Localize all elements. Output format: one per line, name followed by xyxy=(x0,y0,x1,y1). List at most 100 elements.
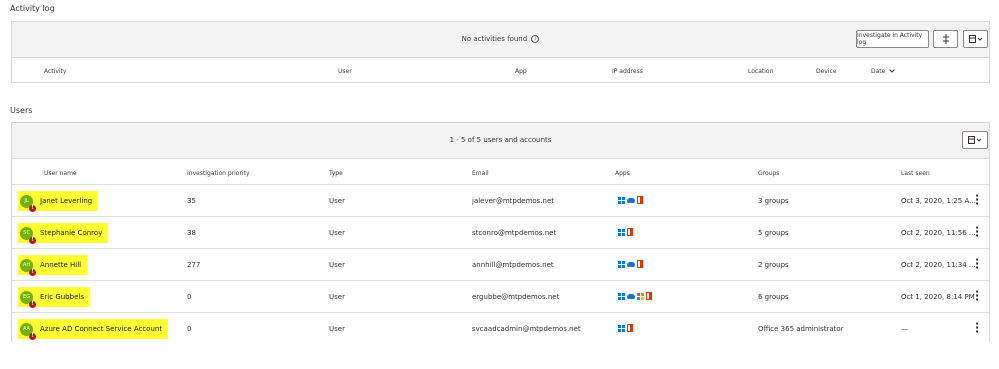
apps-cell xyxy=(618,260,643,268)
user-name-cell[interactable]: JL! Janet Leverling xyxy=(18,191,99,212)
last-seen: Oct 1, 2020, 8:14 PM xyxy=(901,293,975,301)
user-groups[interactable]: 5 groups xyxy=(758,229,789,237)
store-icon xyxy=(637,292,644,300)
user-name[interactable]: Eric Gubbels xyxy=(40,293,84,301)
more-actions-icon[interactable]: · · · xyxy=(975,318,979,337)
alert-icon: ! xyxy=(29,236,36,244)
user-name[interactable]: Azure AD Connect Service Account xyxy=(40,325,162,333)
apps-cell xyxy=(618,196,643,204)
user-type: User xyxy=(329,229,345,237)
more-actions-icon[interactable]: · · · xyxy=(975,190,979,209)
last-seen: Oct 2, 2020, 11:56 ... xyxy=(901,229,976,237)
activity-log-empty-message: No activities found i xyxy=(12,35,989,43)
table-row[interactable]: AH! Annette Hill 277 User annhill@mtpdem… xyxy=(12,249,989,281)
office-icon xyxy=(637,196,643,204)
col-header-email[interactable]: Email xyxy=(472,170,489,177)
col-header-type[interactable]: Type xyxy=(329,170,343,177)
column-settings-button[interactable] xyxy=(963,30,988,48)
investigation-priority: 38 xyxy=(187,229,196,237)
user-email: stconro@mtpdemos.net xyxy=(472,229,557,237)
table-row[interactable]: AA! Azure AD Connect Service Account 0 U… xyxy=(12,313,989,345)
user-groups[interactable]: 6 groups xyxy=(758,293,789,301)
more-actions-icon[interactable]: · · · xyxy=(975,286,979,305)
user-name-cell[interactable]: AA! Azure AD Connect Service Account xyxy=(18,319,169,340)
apps-cell xyxy=(618,292,652,300)
col-header-activity[interactable]: Activity xyxy=(44,68,66,75)
user-email: annhill@mtpdemos.net xyxy=(472,261,554,269)
windows-icon xyxy=(618,324,625,332)
alert-icon: ! xyxy=(29,268,36,276)
column-settings-icon xyxy=(968,136,982,144)
table-row[interactable]: EG! Eric Gubbels 0 User ergubbe@mtpdemos… xyxy=(12,281,989,313)
chevron-down-icon xyxy=(889,69,896,73)
user-groups[interactable]: 3 groups xyxy=(758,197,789,205)
info-icon[interactable]: i xyxy=(531,35,540,43)
col-header-groups[interactable]: Groups xyxy=(758,170,779,177)
alert-icon: ! xyxy=(29,300,36,308)
user-name[interactable]: Annette Hill xyxy=(40,261,81,269)
user-name-cell[interactable]: EG! Eric Gubbels xyxy=(18,287,90,308)
empty-message-text: No activities found xyxy=(461,35,528,43)
user-name-cell[interactable]: AH! Annette Hill xyxy=(18,255,88,276)
avatar: JL! xyxy=(20,194,36,212)
office-icon xyxy=(627,228,633,236)
avatar: EG! xyxy=(20,290,36,308)
windows-icon xyxy=(618,292,625,300)
apps-cell xyxy=(618,228,633,236)
office-icon xyxy=(646,292,652,300)
table-row[interactable]: SC! Stephanie Conroy 38 User stconro@mtp… xyxy=(12,217,989,249)
col-header-location[interactable]: Location xyxy=(748,68,773,75)
col-header-app[interactable]: App xyxy=(515,68,527,75)
user-name-cell[interactable]: SC! Stephanie Conroy xyxy=(18,223,109,244)
page-root: Activity log No activities found i Inves… xyxy=(0,0,999,369)
users-header-row: User name Investigation priority Type Em… xyxy=(12,158,989,185)
user-email: jalever@mtpdemos.net xyxy=(472,197,555,205)
col-header-device[interactable]: Device xyxy=(816,68,837,75)
users-count: 1 - 5 of 5 users and accounts xyxy=(449,136,552,144)
user-groups[interactable]: 2 groups xyxy=(758,261,789,269)
user-type: User xyxy=(329,261,345,269)
user-type: User xyxy=(329,293,345,301)
col-header-user[interactable]: User xyxy=(338,68,352,75)
activity-log-toolbar: No activities found i Investigate in Act… xyxy=(12,22,989,58)
user-groups[interactable]: Office 365 administrator xyxy=(758,325,844,333)
users-panel: 1 - 5 of 5 users and accounts User name … xyxy=(11,122,990,342)
column-adjust-icon xyxy=(942,34,949,44)
column-adjust-button[interactable] xyxy=(933,30,958,48)
avatar: AH! xyxy=(20,258,36,276)
windows-icon xyxy=(618,228,625,236)
col-header-ip-address[interactable]: IP address xyxy=(612,68,643,75)
investigation-priority: 0 xyxy=(187,293,192,301)
table-row[interactable]: JL! Janet Leverling 35 User jalever@mtpd… xyxy=(12,185,989,217)
activity-log-title: Activity log xyxy=(10,4,55,13)
office-icon xyxy=(627,324,633,332)
col-header-last-seen[interactable]: Last seen xyxy=(901,170,930,177)
user-name[interactable]: Stephanie Conroy xyxy=(40,229,102,237)
office-icon xyxy=(637,260,643,268)
user-type: User xyxy=(329,325,345,333)
last-seen: Oct 3, 2020, 1:25 A... xyxy=(901,197,976,205)
col-header-date-label: Date xyxy=(871,68,886,75)
col-header-investigation-priority[interactable]: Investigation priority xyxy=(187,170,250,177)
users-toolbar: 1 - 5 of 5 users and accounts xyxy=(12,123,989,159)
col-header-apps[interactable]: Apps xyxy=(615,170,630,177)
col-header-user-name[interactable]: User name xyxy=(44,170,77,177)
last-seen: Oct 2, 2020, 11:34 ... xyxy=(901,261,976,269)
onedrive-icon xyxy=(627,198,635,203)
avatar: AA! xyxy=(20,322,36,340)
investigate-in-activity-log-button[interactable]: Investigate in Activity log xyxy=(856,30,929,48)
user-email: ergubbe@mtpdemos.net xyxy=(472,293,560,301)
more-actions-icon[interactable]: · · · xyxy=(975,254,979,273)
users-column-settings-button[interactable] xyxy=(962,131,988,149)
activity-log-panel: No activities found i Investigate in Act… xyxy=(11,21,990,83)
investigation-priority: 35 xyxy=(187,197,196,205)
user-email: svcaadcadmin@mtpdemos.net xyxy=(472,325,581,333)
user-name[interactable]: Janet Leverling xyxy=(40,197,92,205)
more-actions-icon[interactable]: · · · xyxy=(975,222,979,241)
column-settings-icon xyxy=(968,35,982,43)
onedrive-icon xyxy=(627,294,635,299)
col-header-date[interactable]: Date xyxy=(871,68,896,75)
apps-cell xyxy=(618,324,633,332)
avatar: SC! xyxy=(20,226,36,244)
investigation-priority: 277 xyxy=(187,261,201,269)
